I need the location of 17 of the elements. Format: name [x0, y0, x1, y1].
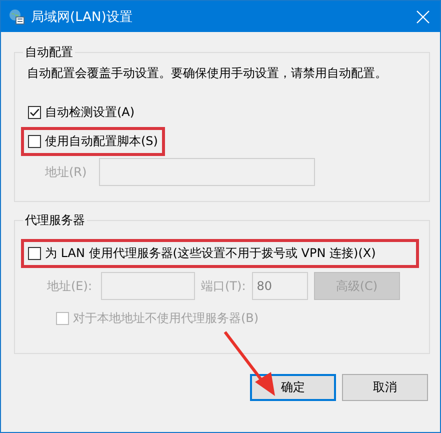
- checkbox-label[interactable]: 为 LAN 使用代理服务器(这些设置不用于拨号或 VPN 连接)(X): [45, 245, 376, 262]
- field-label: 地址(E):: [46, 278, 93, 294]
- field-label: 地址(R): [44, 164, 88, 180]
- checkbox[interactable]: [28, 247, 41, 260]
- dialog-button[interactable]: 确定: [250, 374, 336, 401]
- dialog-button[interactable]: 取消: [342, 374, 428, 401]
- window-title: 局域网(LAN)设置: [31, 8, 134, 26]
- field-label: 端口(T):: [200, 278, 246, 294]
- checkbox-label[interactable]: 自动检测设置(A): [45, 104, 135, 121]
- checkbox[interactable]: [28, 135, 41, 148]
- checkbox[interactable]: [28, 106, 41, 119]
- close-icon[interactable]: [416, 10, 430, 24]
- group-title: 自动配置: [24, 44, 74, 61]
- description-text: 自动配置会覆盖手动设置。要确保使用手动设置，请禁用自动配置。: [27, 65, 388, 82]
- checkbox-label[interactable]: 使用自动配置脚本(S): [45, 133, 158, 150]
- network-settings-icon: [9, 8, 25, 24]
- group-title: 代理服务器: [24, 212, 86, 229]
